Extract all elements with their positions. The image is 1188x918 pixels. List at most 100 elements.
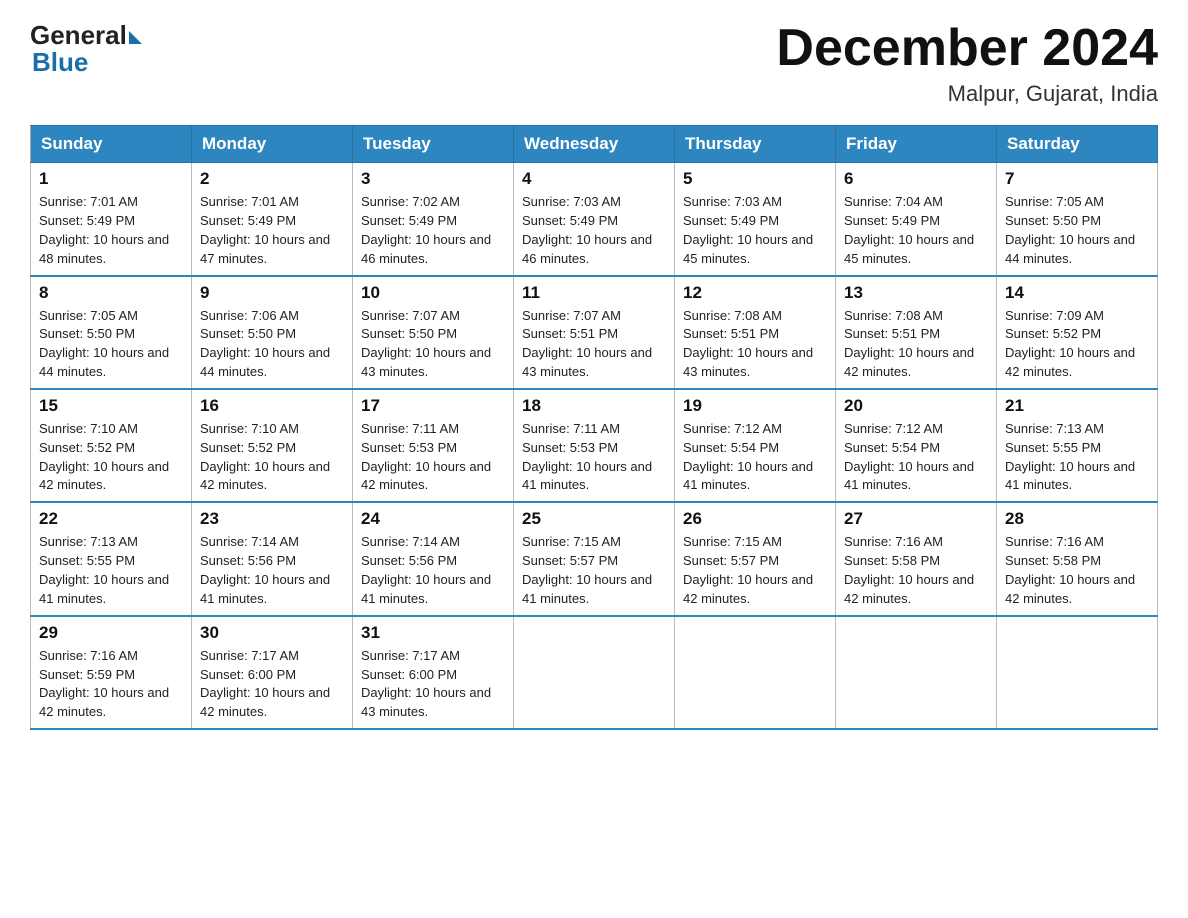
- day-number: 1: [39, 169, 183, 189]
- calendar-cell: 30Sunrise: 7:17 AMSunset: 6:00 PMDayligh…: [192, 616, 353, 729]
- column-header-saturday: Saturday: [997, 126, 1158, 163]
- calendar-cell: 3Sunrise: 7:02 AMSunset: 5:49 PMDaylight…: [353, 163, 514, 276]
- calendar-header-row: SundayMondayTuesdayWednesdayThursdayFrid…: [31, 126, 1158, 163]
- day-info: Sunrise: 7:07 AMSunset: 5:51 PMDaylight:…: [522, 307, 666, 382]
- calendar-cell: 24 Sunrise: 7:14 AMSunset: 5:56 PMDayligh…: [353, 502, 514, 615]
- calendar-cell: 16 Sunrise: 7:10 AMSunset: 5:52 PMDayligh…: [192, 389, 353, 502]
- day-number: 12: [683, 283, 827, 303]
- day-number: 28: [1005, 509, 1149, 529]
- day-info: Sunrise: 7:09 AMSunset: 5:52 PMDaylight:…: [1005, 307, 1149, 382]
- calendar-cell: 2 Sunrise: 7:01 AMSunset: 5:49 PMDaylight…: [192, 163, 353, 276]
- calendar-week-row: 29Sunrise: 7:16 AMSunset: 5:59 PMDayligh…: [31, 616, 1158, 729]
- calendar-cell: 9 Sunrise: 7:06 AMSunset: 5:50 PMDaylight…: [192, 276, 353, 389]
- day-number: 4: [522, 169, 666, 189]
- day-info: Sunrise: 7:08 AMSunset: 5:51 PMDaylight:…: [844, 307, 988, 382]
- day-number: 10: [361, 283, 505, 303]
- day-info: Sunrise: 7:15 AMSunset: 5:57 PMDaylight:…: [683, 533, 827, 608]
- day-info: Sunrise: 7:16 AMSunset: 5:58 PMDaylight:…: [1005, 533, 1149, 608]
- day-number: 7: [1005, 169, 1149, 189]
- day-number: 29: [39, 623, 183, 643]
- day-info: Sunrise: 7:06 AMSunset: 5:50 PMDaylight:…: [200, 307, 344, 382]
- calendar-cell: 7 Sunrise: 7:05 AMSunset: 5:50 PMDaylight…: [997, 163, 1158, 276]
- calendar-cell: [997, 616, 1158, 729]
- day-info: Sunrise: 7:16 AMSunset: 5:58 PMDaylight:…: [844, 533, 988, 608]
- calendar-table: SundayMondayTuesdayWednesdayThursdayFrid…: [30, 125, 1158, 730]
- calendar-cell: 18 Sunrise: 7:11 AMSunset: 5:53 PMDayligh…: [514, 389, 675, 502]
- calendar-cell: 31Sunrise: 7:17 AMSunset: 6:00 PMDayligh…: [353, 616, 514, 729]
- day-info: Sunrise: 7:14 AMSunset: 5:56 PMDaylight:…: [200, 533, 344, 608]
- title-block: December 2024 Malpur, Gujarat, India: [776, 20, 1158, 107]
- day-info: Sunrise: 7:01 AMSunset: 5:49 PMDaylight:…: [39, 193, 183, 268]
- day-info: Sunrise: 7:12 AMSunset: 5:54 PMDaylight:…: [683, 420, 827, 495]
- day-info: Sunrise: 7:05 AMSunset: 5:50 PMDaylight:…: [39, 307, 183, 382]
- calendar-cell: 10 Sunrise: 7:07 AMSunset: 5:50 PMDayligh…: [353, 276, 514, 389]
- calendar-cell: 25 Sunrise: 7:15 AMSunset: 5:57 PMDayligh…: [514, 502, 675, 615]
- day-info: Sunrise: 7:01 AMSunset: 5:49 PMDaylight:…: [200, 193, 344, 268]
- day-info: Sunrise: 7:12 AMSunset: 5:54 PMDaylight:…: [844, 420, 988, 495]
- day-number: 18: [522, 396, 666, 416]
- calendar-cell: 28 Sunrise: 7:16 AMSunset: 5:58 PMDayligh…: [997, 502, 1158, 615]
- calendar-cell: 22Sunrise: 7:13 AMSunset: 5:55 PMDayligh…: [31, 502, 192, 615]
- calendar-cell: 11 Sunrise: 7:07 AMSunset: 5:51 PMDayligh…: [514, 276, 675, 389]
- calendar-cell: 19 Sunrise: 7:12 AMSunset: 5:54 PMDayligh…: [675, 389, 836, 502]
- day-info: Sunrise: 7:08 AMSunset: 5:51 PMDaylight:…: [683, 307, 827, 382]
- day-info: Sunrise: 7:04 AMSunset: 5:49 PMDaylight:…: [844, 193, 988, 268]
- day-number: 5: [683, 169, 827, 189]
- day-info: Sunrise: 7:15 AMSunset: 5:57 PMDaylight:…: [522, 533, 666, 608]
- calendar-cell: 17 Sunrise: 7:11 AMSunset: 5:53 PMDayligh…: [353, 389, 514, 502]
- day-number: 14: [1005, 283, 1149, 303]
- calendar-cell: 26Sunrise: 7:15 AMSunset: 5:57 PMDayligh…: [675, 502, 836, 615]
- day-number: 9: [200, 283, 344, 303]
- day-number: 25: [522, 509, 666, 529]
- day-number: 24: [361, 509, 505, 529]
- calendar-cell: 20Sunrise: 7:12 AMSunset: 5:54 PMDayligh…: [836, 389, 997, 502]
- month-title: December 2024: [776, 20, 1158, 77]
- day-info: Sunrise: 7:03 AMSunset: 5:49 PMDaylight:…: [522, 193, 666, 268]
- calendar-cell: 29Sunrise: 7:16 AMSunset: 5:59 PMDayligh…: [31, 616, 192, 729]
- day-info: Sunrise: 7:11 AMSunset: 5:53 PMDaylight:…: [361, 420, 505, 495]
- day-number: 16: [200, 396, 344, 416]
- calendar-cell: 4 Sunrise: 7:03 AMSunset: 5:49 PMDaylight…: [514, 163, 675, 276]
- calendar-cell: 6 Sunrise: 7:04 AMSunset: 5:49 PMDaylight…: [836, 163, 997, 276]
- calendar-week-row: 1 Sunrise: 7:01 AMSunset: 5:49 PMDaylight…: [31, 163, 1158, 276]
- calendar-cell: 14 Sunrise: 7:09 AMSunset: 5:52 PMDayligh…: [997, 276, 1158, 389]
- day-info: Sunrise: 7:11 AMSunset: 5:53 PMDaylight:…: [522, 420, 666, 495]
- calendar-cell: 15Sunrise: 7:10 AMSunset: 5:52 PMDayligh…: [31, 389, 192, 502]
- calendar-cell: 5 Sunrise: 7:03 AMSunset: 5:49 PMDaylight…: [675, 163, 836, 276]
- day-info: Sunrise: 7:10 AMSunset: 5:52 PMDaylight:…: [200, 420, 344, 495]
- day-number: 6: [844, 169, 988, 189]
- column-header-friday: Friday: [836, 126, 997, 163]
- logo-arrow-icon: [129, 31, 142, 44]
- logo-blue-text: Blue: [32, 47, 88, 78]
- day-number: 2: [200, 169, 344, 189]
- day-number: 21: [1005, 396, 1149, 416]
- day-number: 15: [39, 396, 183, 416]
- calendar-cell: [514, 616, 675, 729]
- column-header-tuesday: Tuesday: [353, 126, 514, 163]
- day-number: 11: [522, 283, 666, 303]
- calendar-cell: 1 Sunrise: 7:01 AMSunset: 5:49 PMDaylight…: [31, 163, 192, 276]
- day-number: 17: [361, 396, 505, 416]
- day-info: Sunrise: 7:13 AMSunset: 5:55 PMDaylight:…: [39, 533, 183, 608]
- logo: General Blue: [30, 20, 142, 78]
- day-info: Sunrise: 7:03 AMSunset: 5:49 PMDaylight:…: [683, 193, 827, 268]
- calendar-cell: 23Sunrise: 7:14 AMSunset: 5:56 PMDayligh…: [192, 502, 353, 615]
- calendar-cell: 21 Sunrise: 7:13 AMSunset: 5:55 PMDayligh…: [997, 389, 1158, 502]
- day-info: Sunrise: 7:07 AMSunset: 5:50 PMDaylight:…: [361, 307, 505, 382]
- page-header: General Blue December 2024 Malpur, Gujar…: [30, 20, 1158, 107]
- column-header-thursday: Thursday: [675, 126, 836, 163]
- calendar-cell: 27Sunrise: 7:16 AMSunset: 5:58 PMDayligh…: [836, 502, 997, 615]
- day-number: 30: [200, 623, 344, 643]
- calendar-week-row: 8 Sunrise: 7:05 AMSunset: 5:50 PMDaylight…: [31, 276, 1158, 389]
- day-info: Sunrise: 7:14 AMSunset: 5:56 PMDaylight:…: [361, 533, 505, 608]
- day-number: 8: [39, 283, 183, 303]
- day-info: Sunrise: 7:05 AMSunset: 5:50 PMDaylight:…: [1005, 193, 1149, 268]
- day-number: 19: [683, 396, 827, 416]
- day-number: 13: [844, 283, 988, 303]
- column-header-wednesday: Wednesday: [514, 126, 675, 163]
- calendar-week-row: 15 Sunrise: 7:10 AMSunset: 5:52 PMDayligh…: [31, 389, 1158, 502]
- calendar-cell: [836, 616, 997, 729]
- day-info: Sunrise: 7:13 AMSunset: 5:55 PMDaylight:…: [1005, 420, 1149, 495]
- day-info: Sunrise: 7:02 AMSunset: 5:49 PMDaylight:…: [361, 193, 505, 268]
- calendar-cell: [675, 616, 836, 729]
